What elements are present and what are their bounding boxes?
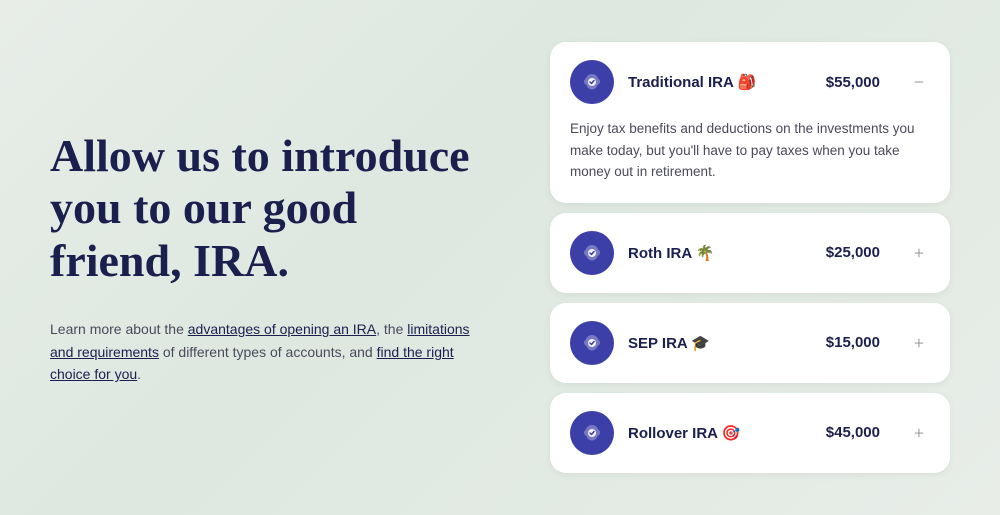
card-icon-traditional-ira — [570, 60, 614, 104]
card-amount-traditional-ira: $55,000 — [826, 74, 880, 91]
card-title-roth-ira: Roth IRA 🌴 — [628, 244, 812, 262]
card-amount-sep-ira: $15,000 — [826, 334, 880, 351]
right-panel: Traditional IRA 🎒 $55,000 − Enjoy tax be… — [550, 42, 950, 473]
card-toggle-roth-ira[interactable]: + — [908, 242, 930, 264]
card-header-rollover-ira: Rollover IRA 🎯 $45,000 + — [570, 411, 930, 455]
card-icon-roth-ira — [570, 231, 614, 275]
card-icon-sep-ira — [570, 321, 614, 365]
card-title-rollover-ira: Rollover IRA 🎯 — [628, 424, 812, 442]
description-middle1: , the — [376, 321, 407, 337]
card-toggle-sep-ira[interactable]: + — [908, 332, 930, 354]
card-icon-rollover-ira — [570, 411, 614, 455]
description-prefix: Learn more about the — [50, 321, 188, 337]
card-header-roth-ira: Roth IRA 🌴 $25,000 + — [570, 231, 930, 275]
card-header-traditional-ira: Traditional IRA 🎒 $55,000 − — [570, 60, 930, 104]
ira-card-traditional-ira[interactable]: Traditional IRA 🎒 $55,000 − Enjoy tax be… — [550, 42, 950, 203]
card-header-sep-ira: SEP IRA 🎓 $15,000 + — [570, 321, 930, 365]
description-text: Learn more about the advantages of openi… — [50, 318, 490, 385]
card-amount-roth-ira: $25,000 — [826, 244, 880, 261]
page-layout: Allow us to introduce you to our good fr… — [0, 0, 1000, 515]
description-suffix: . — [137, 366, 141, 382]
ira-card-roth-ira[interactable]: Roth IRA 🌴 $25,000 + — [550, 213, 950, 293]
card-title-traditional-ira: Traditional IRA 🎒 — [628, 73, 812, 91]
card-toggle-rollover-ira[interactable]: + — [908, 422, 930, 444]
link-advantages[interactable]: advantages of opening an IRA — [188, 321, 376, 337]
card-title-sep-ira: SEP IRA 🎓 — [628, 334, 812, 352]
left-panel: Allow us to introduce you to our good fr… — [50, 130, 550, 386]
description-middle2: of different types of accounts, and — [159, 344, 377, 360]
card-description-traditional-ira: Enjoy tax benefits and deductions on the… — [570, 118, 930, 183]
card-toggle-traditional-ira[interactable]: − — [908, 71, 930, 93]
ira-card-sep-ira[interactable]: SEP IRA 🎓 $15,000 + — [550, 303, 950, 383]
card-amount-rollover-ira: $45,000 — [826, 424, 880, 441]
main-title: Allow us to introduce you to our good fr… — [50, 130, 490, 289]
ira-card-rollover-ira[interactable]: Rollover IRA 🎯 $45,000 + — [550, 393, 950, 473]
